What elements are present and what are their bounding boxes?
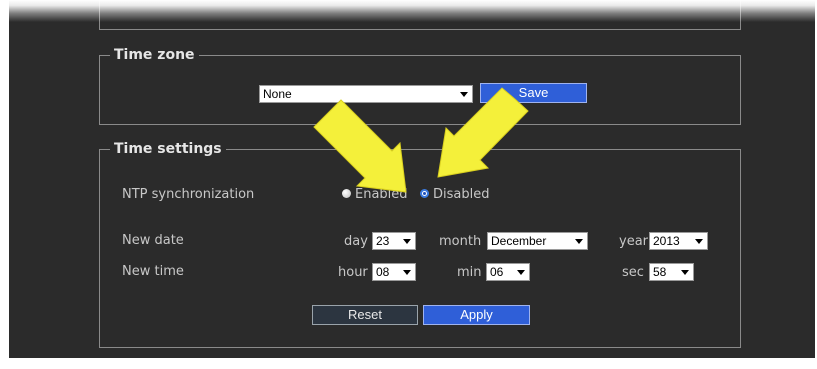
annotation-arrows: [313, 87, 529, 193]
arrow-annotation-icon: [437, 87, 529, 178]
bottom-margin: [0, 358, 817, 369]
arrow-annotation-icon: [313, 99, 407, 193]
